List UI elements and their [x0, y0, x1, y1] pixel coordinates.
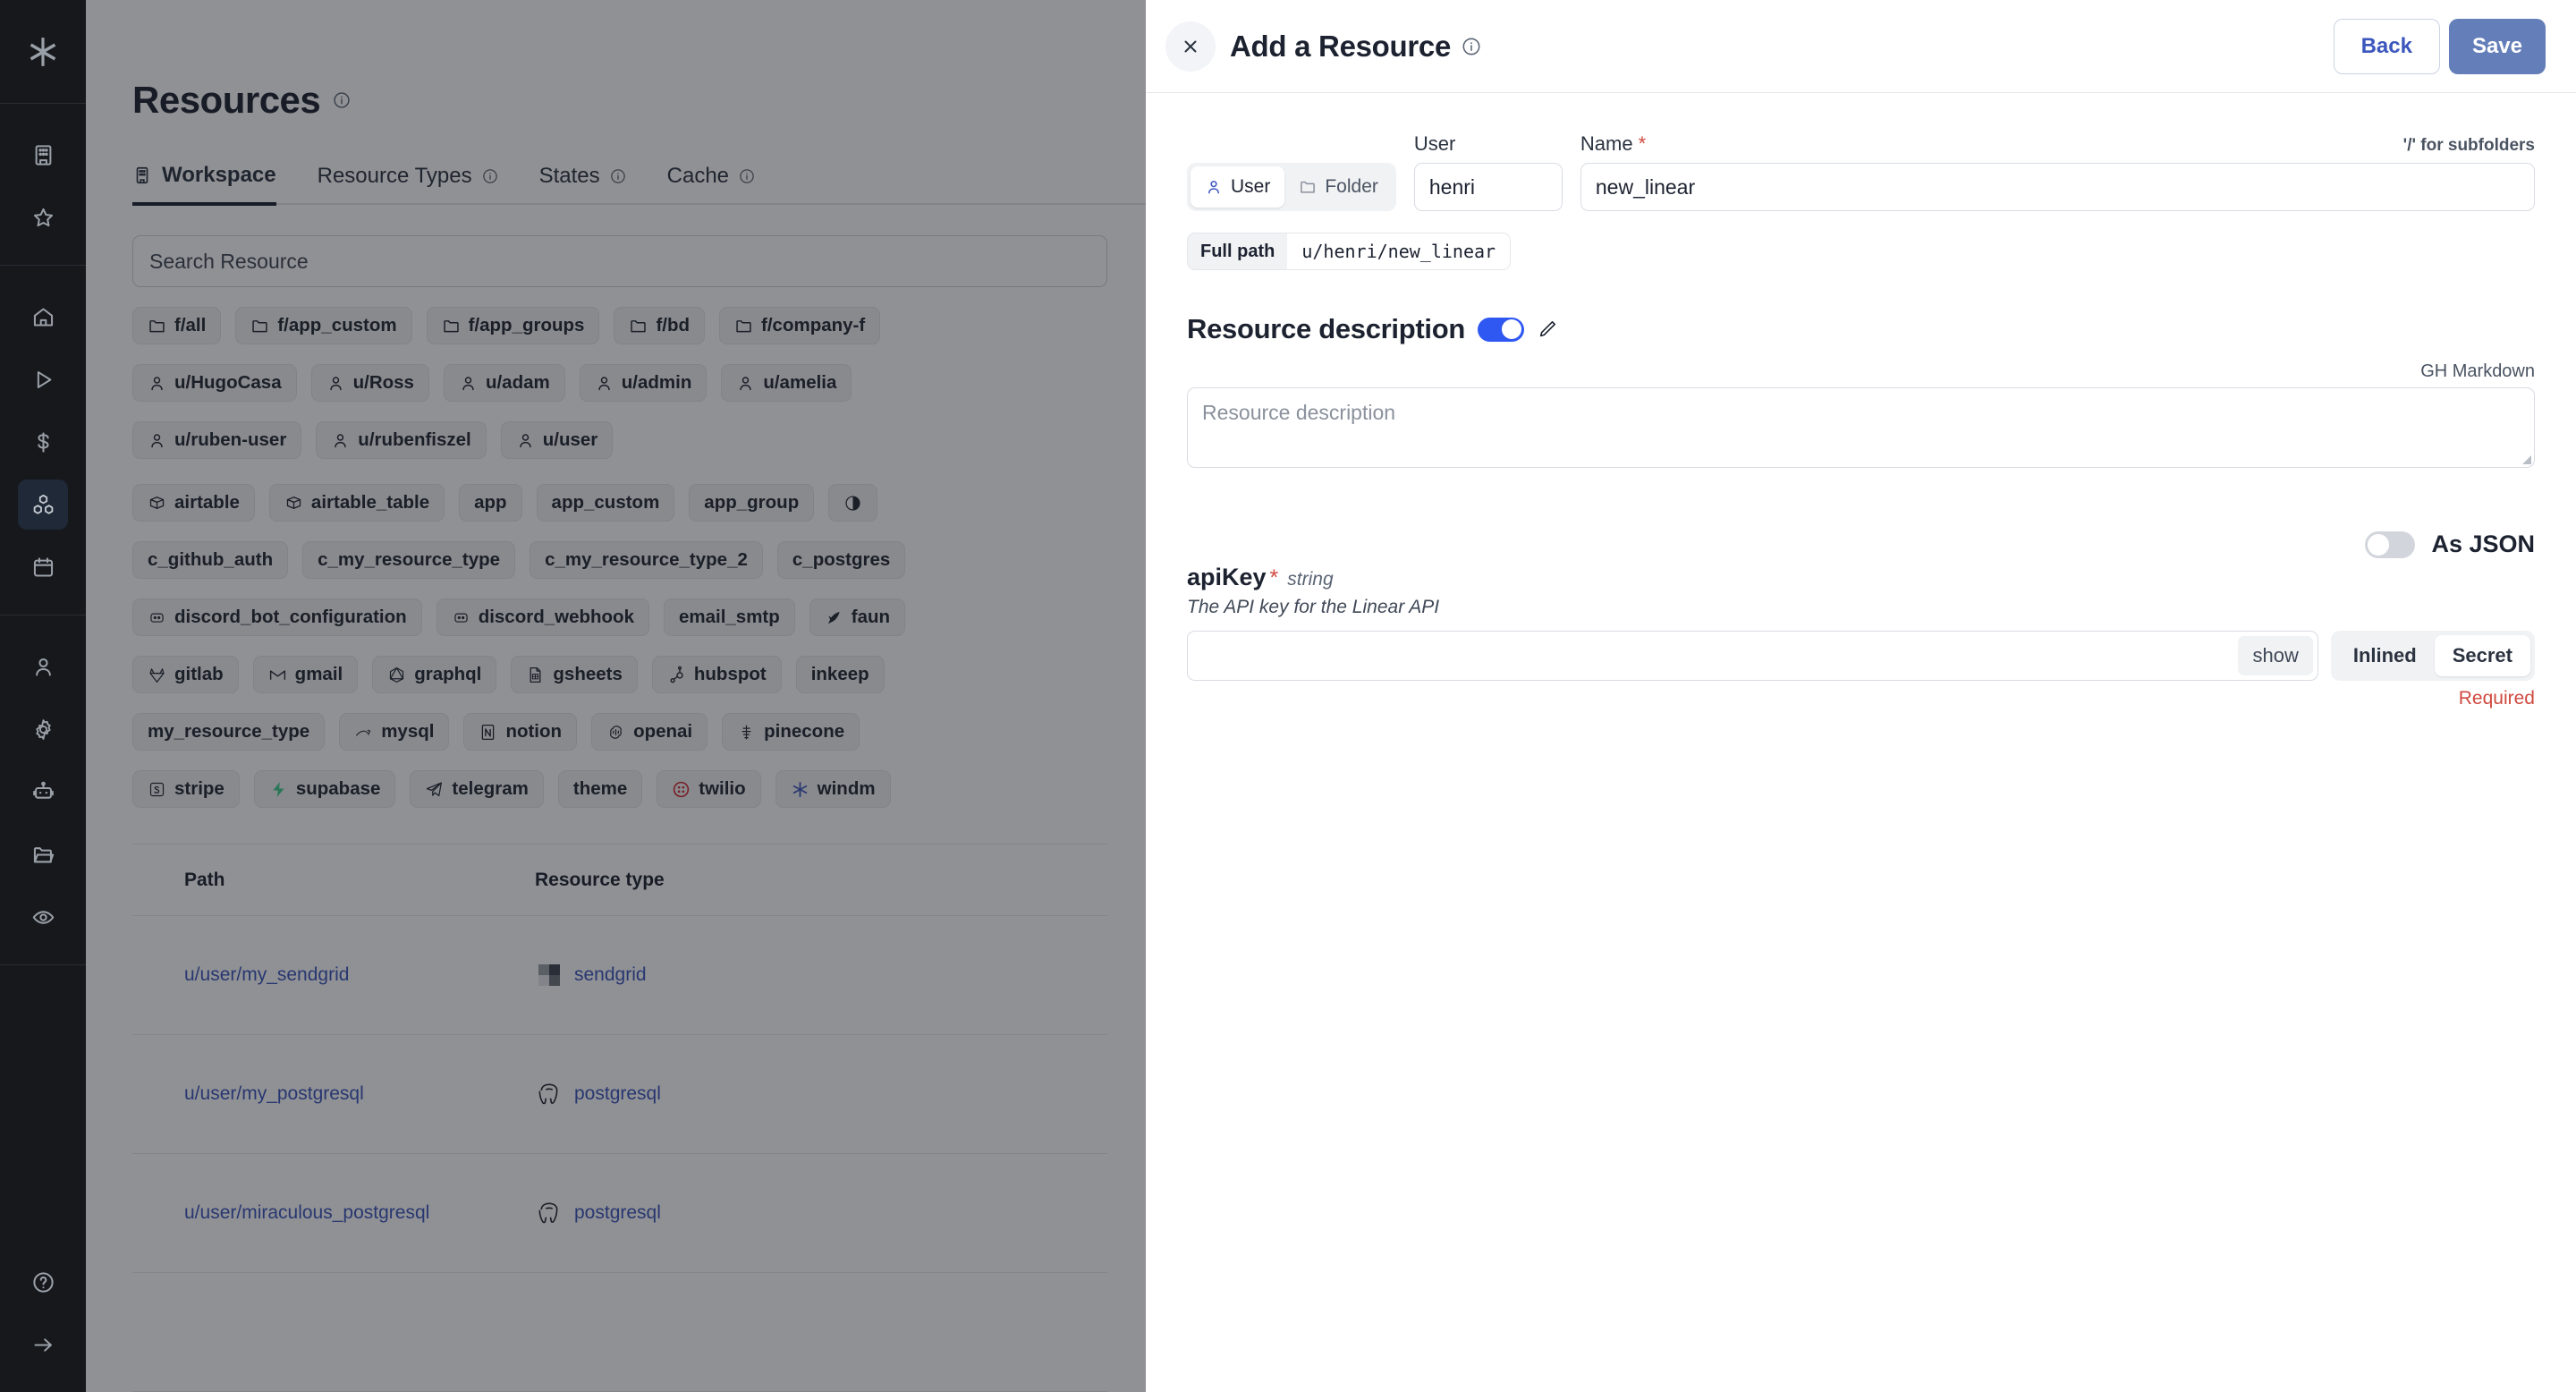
user-icon: [31, 655, 55, 679]
sidebar-item-folders[interactable]: [18, 829, 68, 879]
as-json-label: As JSON: [2431, 530, 2535, 558]
name-field-label: Name: [1580, 132, 1633, 156]
description-title: Resource description: [1187, 313, 1465, 345]
robot-icon: [31, 780, 55, 804]
name-field-label-row: Name * '/' for subfolders: [1580, 132, 2535, 156]
as-json-row: As JSON: [1187, 530, 2535, 558]
sidebar-item-workers[interactable]: [18, 767, 68, 817]
argument-name-row: apiKey* string: [1187, 564, 2535, 591]
rail-group-main: [0, 266, 86, 615]
sidebar-item-settings[interactable]: [18, 704, 68, 754]
sidebar-item-variables[interactable]: [18, 417, 68, 467]
full-path-badge: Full path u/henri/new_linear: [1187, 233, 1511, 270]
user-input-value: henri: [1429, 175, 1475, 199]
rail-group-workspace: [0, 104, 86, 266]
rail-group-bottom: [0, 1231, 86, 1392]
markdown-hint: GH Markdown: [1187, 361, 2535, 382]
boxes-icon: [31, 493, 55, 517]
user-field-label: User: [1414, 132, 1455, 156]
drawer-body: User Folder User henri Name: [1146, 93, 2576, 1392]
owner-type-segmented-control: User Folder: [1187, 163, 1396, 211]
required-asterisk: *: [1639, 132, 1647, 156]
owner-option-label: Folder: [1325, 176, 1378, 198]
sidebar-item-audit-logs[interactable]: [18, 892, 68, 942]
storage-option-secret[interactable]: Secret: [2435, 635, 2530, 676]
sidebar-item-workspace[interactable]: [18, 130, 68, 180]
close-button[interactable]: [1165, 21, 1216, 72]
storage-option-inlined[interactable]: Inlined: [2335, 635, 2435, 676]
sidebar-item-home[interactable]: [18, 292, 68, 342]
sidebar-item-resources[interactable]: [18, 480, 68, 530]
user-field-label-row: User: [1414, 132, 1563, 156]
drawer-title: Add a Resource: [1230, 30, 1451, 64]
save-button[interactable]: Save: [2449, 19, 2546, 74]
modal-overlay[interactable]: [86, 0, 1146, 1392]
drawer-header: Add a Resource Back Save: [1146, 0, 2576, 93]
add-resource-drawer: Add a Resource Back Save User Folder: [1146, 0, 2576, 1392]
user-field: User henri: [1414, 132, 1563, 211]
calendar-icon: [31, 556, 55, 580]
description-header: Resource description: [1187, 313, 2535, 345]
sidebar-item-schedules[interactable]: [18, 542, 68, 592]
argument-apikey: apiKey* string The API key for the Linea…: [1187, 564, 2535, 709]
as-json-toggle[interactable]: [2365, 531, 2415, 558]
sidebar-item-help[interactable]: [18, 1257, 68, 1307]
sidebar-item-expand[interactable]: [18, 1320, 68, 1370]
full-path-row: Full path u/henri/new_linear: [1187, 233, 2535, 270]
arrow-right-icon: [31, 1333, 55, 1357]
owner-option-user[interactable]: User: [1191, 166, 1284, 208]
subfolder-hint: '/' for subfolders: [2403, 136, 2535, 156]
storage-segmented-control: Inlined Secret: [2331, 631, 2535, 681]
home-icon: [31, 305, 55, 329]
full-path-value: u/henri/new_linear: [1287, 233, 1510, 269]
rail-group-admin: [0, 615, 86, 965]
argument-type: string: [1287, 569, 1333, 590]
owner-and-name-row: User Folder User henri Name: [1187, 132, 2535, 211]
back-button[interactable]: Back: [2334, 19, 2440, 74]
folder-open-icon: [31, 843, 55, 867]
left-nav-rail: [0, 0, 86, 1392]
sidebar-item-runs[interactable]: [18, 354, 68, 404]
windmill-logo-icon: [26, 35, 60, 69]
user-icon: [1205, 178, 1223, 196]
owner-option-folder[interactable]: Folder: [1284, 166, 1393, 208]
folder-icon: [1299, 178, 1317, 196]
required-asterisk: *: [1270, 565, 1279, 591]
dollar-icon: [31, 430, 55, 454]
eye-icon: [31, 905, 55, 929]
close-icon: [1180, 36, 1201, 57]
toggle-knob: [1502, 319, 1521, 339]
owner-option-label: User: [1231, 176, 1270, 198]
pencil-icon[interactable]: [1537, 318, 1558, 340]
user-input[interactable]: henri: [1414, 163, 1563, 211]
description-textarea[interactable]: Resource description: [1187, 387, 2535, 468]
argument-name: apiKey: [1187, 564, 1267, 591]
toggle-knob: [2368, 534, 2389, 556]
name-input[interactable]: new_linear: [1580, 163, 2535, 211]
help-circle-icon: [31, 1270, 55, 1294]
star-icon: [31, 206, 55, 230]
show-password-button[interactable]: show: [2238, 636, 2312, 675]
name-field: Name * '/' for subfolders new_linear: [1580, 132, 2535, 211]
building-icon: [31, 143, 55, 167]
app-logo[interactable]: [0, 0, 86, 104]
info-icon[interactable]: [1462, 37, 1481, 56]
argument-input-row: show Inlined Secret: [1187, 631, 2535, 681]
apikey-input[interactable]: show: [1187, 631, 2318, 681]
gear-icon: [31, 717, 55, 742]
description-placeholder: Resource description: [1202, 401, 1395, 424]
argument-description: The API key for the Linear API: [1187, 597, 2535, 618]
description-toggle[interactable]: [1478, 318, 1524, 342]
full-path-label: Full path: [1188, 233, 1287, 269]
sidebar-item-users[interactable]: [18, 641, 68, 692]
name-input-value: new_linear: [1596, 175, 1695, 199]
argument-error: Required: [1187, 688, 2535, 709]
play-icon: [31, 368, 55, 392]
sidebar-item-favorites[interactable]: [18, 192, 68, 242]
